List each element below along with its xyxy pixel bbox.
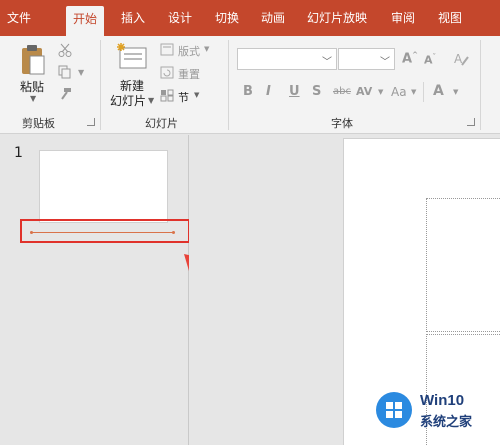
copy-dropdown-icon[interactable]: ▼: [78, 68, 84, 77]
character-spacing-button[interactable]: AV: [356, 85, 372, 98]
ribbon-tab-bar: 文件 开始 插入 设计 切换 动画 幻灯片放映 审阅 视图: [0, 0, 500, 36]
layout-icon[interactable]: [160, 43, 174, 56]
italic-button[interactable]: I: [266, 84, 271, 99]
layout-dropdown-icon[interactable]: ▼: [204, 45, 209, 53]
clipboard-launcher-icon[interactable]: [87, 118, 95, 126]
reset-icon[interactable]: [160, 66, 174, 79]
tab-file[interactable]: 文件: [7, 0, 31, 36]
paste-dropdown-icon[interactable]: ▼: [30, 94, 36, 103]
watermark: Win10 系统之家: [368, 384, 500, 445]
layout-button-label[interactable]: 版式: [178, 43, 200, 59]
group-divider: [100, 40, 101, 130]
clear-formatting-icon[interactable]: A: [453, 51, 469, 67]
cut-icon[interactable]: [58, 43, 72, 57]
change-case-button[interactable]: Aa: [391, 85, 407, 99]
slide-number: 1: [14, 145, 23, 161]
reset-button-label[interactable]: 重置: [178, 66, 200, 82]
section-icon[interactable]: [160, 89, 174, 102]
strikethrough-button[interactable]: abc: [333, 86, 351, 97]
watermark-title: Win10: [420, 392, 465, 409]
chevron-down-icon[interactable]: ▼: [453, 88, 458, 96]
group-label-clipboard: 剪贴板: [22, 117, 55, 130]
decrease-font-size-icon[interactable]: Aˇ: [424, 53, 436, 67]
tab-transitions[interactable]: 切换: [215, 0, 239, 36]
tab-slideshow[interactable]: 幻灯片放映: [307, 0, 367, 36]
tab-animations[interactable]: 动画: [261, 0, 285, 36]
format-painter-icon[interactable]: [58, 87, 72, 101]
highlight-box: [20, 219, 190, 243]
bold-button[interactable]: B: [243, 84, 253, 99]
new-slide-label-line2[interactable]: 幻灯片: [110, 92, 146, 109]
section-button-label[interactable]: 节: [178, 89, 189, 105]
group-divider: [480, 40, 481, 130]
new-slide-icon[interactable]: [116, 42, 148, 70]
group-label-slides: 幻灯片: [145, 117, 178, 130]
font-size-combo[interactable]: ﹀: [338, 48, 395, 70]
font-launcher-icon[interactable]: [467, 118, 475, 126]
slide-thumbnail[interactable]: [39, 150, 168, 223]
copy-icon[interactable]: [58, 65, 72, 79]
group-label-font: 字体: [331, 117, 353, 130]
tab-view[interactable]: 视图: [438, 0, 462, 36]
increase-font-size-icon[interactable]: A^: [402, 51, 418, 66]
windows-logo-icon: [376, 392, 412, 428]
chevron-down-icon[interactable]: ▼: [378, 88, 383, 96]
font-color-button[interactable]: A: [433, 83, 444, 99]
chevron-down-icon[interactable]: ﹀: [322, 53, 332, 68]
font-name-combo[interactable]: ﹀: [237, 48, 337, 70]
title-placeholder[interactable]: [426, 198, 500, 332]
chevron-down-icon[interactable]: ﹀: [380, 53, 390, 68]
section-dropdown-icon[interactable]: ▼: [194, 91, 199, 99]
shadow-button[interactable]: S: [312, 84, 321, 99]
divider: [423, 82, 424, 102]
chevron-down-icon[interactable]: ▼: [411, 88, 416, 96]
tab-home[interactable]: 开始: [66, 6, 105, 36]
paste-button-label[interactable]: 粘贴: [20, 78, 44, 95]
new-slide-dropdown-icon[interactable]: ▼: [148, 96, 154, 105]
underline-button[interactable]: U: [289, 84, 300, 99]
tab-design[interactable]: 设计: [168, 0, 192, 36]
tab-review[interactable]: 审阅: [391, 0, 415, 36]
ribbon: 粘贴 ▼ ▼ 剪贴板 新建 幻灯片 ▼ 版式 ▼ 重置 节 ▼ 幻灯片 ﹀ ﹀ …: [0, 36, 500, 134]
group-divider: [228, 40, 229, 130]
watermark-subtitle: 系统之家: [420, 415, 473, 430]
paste-icon[interactable]: [20, 44, 46, 78]
tab-insert[interactable]: 插入: [121, 0, 145, 36]
